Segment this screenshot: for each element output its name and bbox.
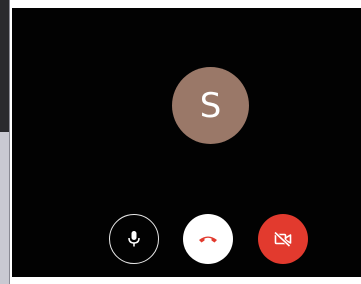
video-call-panel: S [12, 8, 361, 277]
screen: S [0, 0, 361, 284]
mic-icon [127, 230, 141, 248]
phone-hangup-icon [198, 234, 218, 244]
left-window-edge-dark [0, 0, 9, 132]
participant-initial: S [199, 86, 222, 126]
participant-avatar: S [172, 67, 249, 144]
end-call-button[interactable] [183, 214, 233, 264]
mic-button[interactable] [109, 214, 159, 264]
left-window-divider [9, 0, 10, 284]
video-off-icon [273, 231, 293, 247]
camera-toggle-button[interactable] [258, 214, 308, 264]
